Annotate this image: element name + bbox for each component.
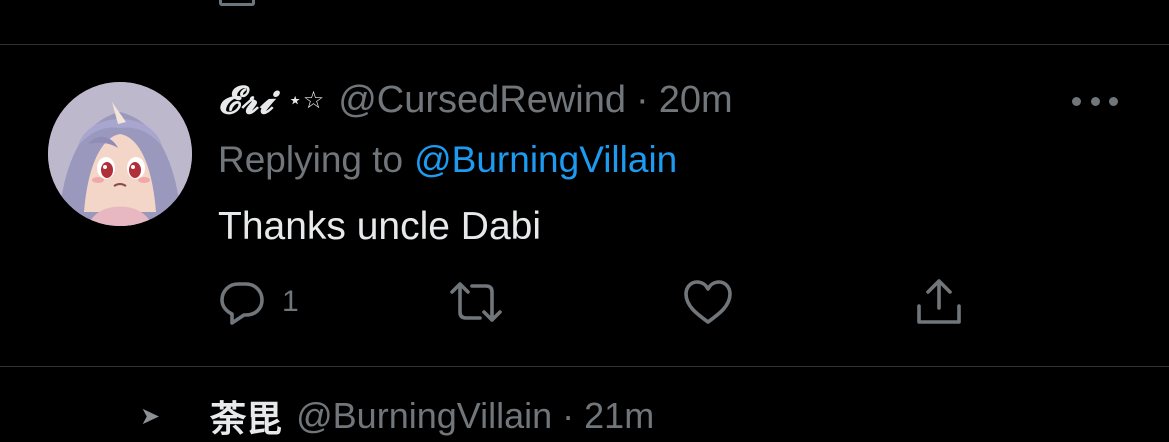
reply-button[interactable]: 1 — [218, 278, 299, 326]
more-horizontal-icon — [1072, 96, 1081, 106]
header-separator: · — [636, 78, 649, 121]
more-dot — [1109, 96, 1118, 106]
display-name[interactable]: 𝓔𝓻𝓲 — [218, 77, 274, 123]
tweet-actions: 1 — [0, 278, 1169, 326]
tweet-text: Thanks uncle Dabi — [218, 205, 542, 248]
more-dot — [1090, 96, 1100, 106]
tweet-header: 𝓔𝓻𝓲 ⋆☆ @CursedRewind · 20m — [218, 77, 733, 123]
retweet-icon — [450, 282, 502, 322]
share-button[interactable] — [914, 278, 964, 326]
heart-icon — [684, 280, 732, 324]
divider-bottom — [0, 366, 1169, 367]
avatar[interactable] — [48, 82, 192, 226]
next-display-name[interactable]: 荼毘 — [210, 390, 282, 442]
next-tweet-time[interactable]: 21m — [584, 395, 654, 437]
avatar-image — [48, 82, 192, 226]
comment-bubble-icon — [220, 282, 264, 325]
replying-to-link[interactable]: @BurningVillain — [414, 139, 677, 181]
next-user-handle[interactable]: @BurningVillain — [296, 395, 552, 437]
name-decoration: ⋆☆ — [287, 86, 325, 114]
reply-count: 1 — [282, 285, 299, 318]
tweet-time[interactable]: 20m — [659, 79, 733, 122]
thread-arrow-icon: ➤ — [140, 402, 161, 430]
next-header-separator: · — [562, 395, 575, 436]
retweet-button[interactable] — [448, 278, 504, 326]
more-options-button[interactable] — [1072, 90, 1118, 112]
user-handle[interactable]: @CursedRewind — [338, 79, 626, 122]
like-button[interactable] — [683, 278, 733, 326]
replying-prefix: Replying to — [218, 139, 404, 180]
previous-tweet-icon-stub — [219, 0, 255, 6]
share-upload-icon — [917, 279, 961, 324]
replying-to-line: Replying to @BurningVillain — [218, 138, 677, 182]
divider-top — [0, 44, 1169, 45]
next-tweet-header: ➤ 荼毘 @BurningVillain · 21m — [140, 395, 654, 439]
